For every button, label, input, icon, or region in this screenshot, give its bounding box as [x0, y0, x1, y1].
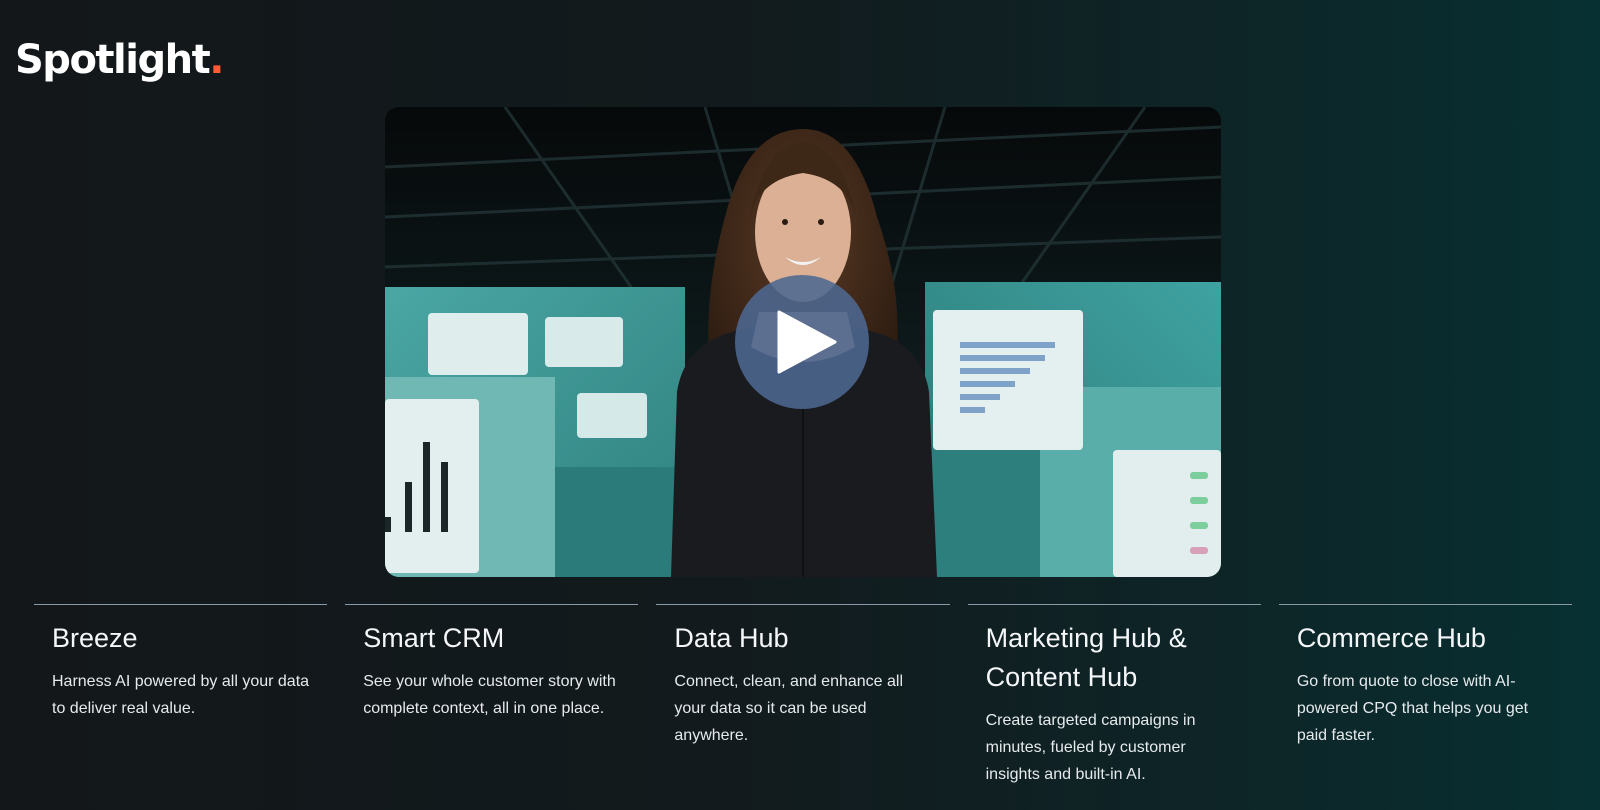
card-title: Breeze: [52, 623, 138, 653]
card-marketing-content-hub[interactable]: Marketing Hub & Content Hub Create targe…: [967, 604, 1261, 788]
card-description: Go from quote to close with AI-powered C…: [1296, 673, 1529, 744]
logo-dot: .: [209, 37, 224, 83]
card-description: Harness AI powered by all your data to d…: [52, 673, 310, 717]
card-description: Connect, clean, and enhance all your dat…: [674, 673, 904, 744]
spotlight-logo[interactable]: Spotlight.: [15, 36, 224, 84]
card-description: Create targeted campaigns in minutes, fu…: [985, 712, 1196, 783]
card-breeze[interactable]: Breeze Harness AI powered by all your da…: [34, 604, 328, 788]
card-title: Data Hub: [674, 623, 789, 653]
card-data-hub[interactable]: Data Hub Connect, clean, and enhance all…: [656, 604, 950, 788]
play-icon: [777, 310, 837, 374]
card-title: Commerce Hub: [1296, 623, 1486, 653]
card-description: See your whole customer story with compl…: [363, 673, 616, 717]
play-button[interactable]: [735, 275, 869, 409]
video-player[interactable]: [385, 107, 1221, 577]
card-title: Smart CRM: [363, 623, 505, 653]
card-smart-crm[interactable]: Smart CRM See your whole customer story …: [345, 604, 639, 788]
product-cards: Breeze Harness AI powered by all your da…: [34, 604, 1573, 788]
card-commerce-hub[interactable]: Commerce Hub Go from quote to close with…: [1278, 604, 1573, 788]
card-title: Marketing Hub & Content Hub: [985, 623, 1187, 692]
logo-text: Spotlight: [15, 37, 211, 83]
